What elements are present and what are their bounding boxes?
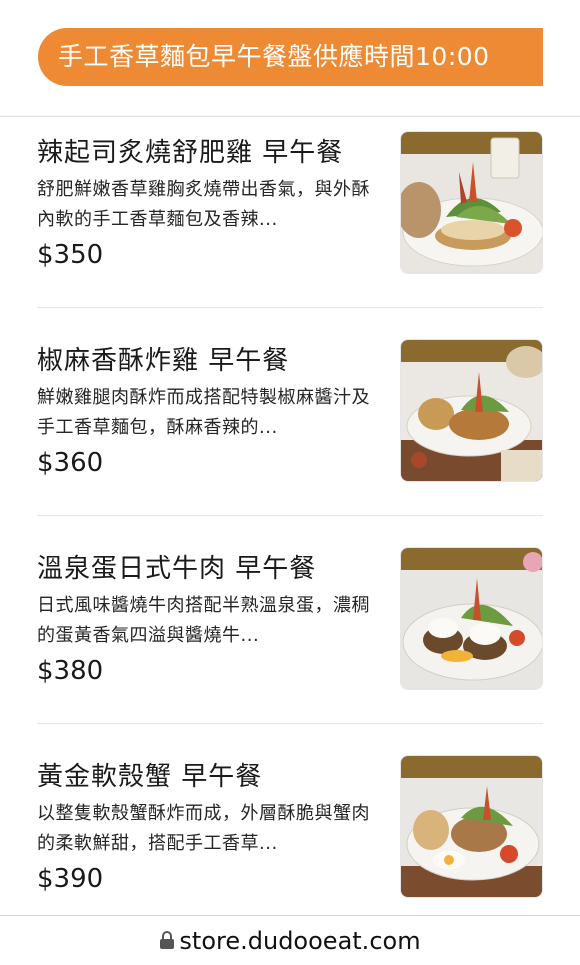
menu-item-photo[interactable] [400,339,543,482]
item-divider [37,307,543,308]
menu-item-description: 鮮嫩雞腿肉酥炸而成搭配特製椒麻醬汁及手工香草麵包，酥麻香辣的... [37,387,370,438]
banner-text: 手工香草麵包早午餐盤供應時間10:00 [58,42,490,71]
menu-item-description: 以整隻軟殼蟹酥炸而成，外層酥脆與蟹肉的柔軟鮮甜，搭配手工香草... [37,803,370,854]
menu-item-price: $350 [37,240,104,270]
menu-item-photo[interactable] [400,131,543,274]
browser-address-bar[interactable]: store.dudooeat.com [0,915,580,965]
menu-item-photo[interactable] [400,755,543,898]
menu-item[interactable]: 椒麻香酥炸雞 早午餐 鮮嫩雞腿肉酥炸而成搭配特製椒麻醬汁及手工香草麵包，酥麻香辣… [0,325,580,533]
menu-item-name: 辣起司炙燒舒肥雞 早午餐 [37,138,344,168]
menu-item-price: $380 [37,656,104,686]
menu-item-name: 黃金軟殼蟹 早午餐 [37,762,263,792]
menu-item[interactable]: 溫泉蛋日式牛肉 早午餐 日式風味醬燒牛肉搭配半熟溫泉蛋，濃稠的蛋黃香氣四溢與醬燒… [0,533,580,741]
banner-edge [543,20,580,100]
menu-item[interactable]: 辣起司炙燒舒肥雞 早午餐 舒肥鮮嫩香草雞胸炙燒帶出香氣，與外酥內軟的手工香草麵包… [0,117,580,325]
lock-icon [159,925,175,959]
item-divider [37,723,543,724]
menu-item-name: 溫泉蛋日式牛肉 早午餐 [37,554,317,584]
menu-item-price: $390 [37,864,104,894]
menu-item-name: 椒麻香酥炸雞 早午餐 [37,346,290,376]
menu-item-price: $360 [37,448,104,478]
menu-item-photo[interactable] [400,547,543,690]
service-hours-banner[interactable]: 手工香草麵包早午餐盤供應時間10:00 [38,28,558,86]
menu-item-description: 舒肥鮮嫩香草雞胸炙燒帶出香氣，與外酥內軟的手工香草麵包及香辣... [37,179,370,230]
url-text: store.dudooeat.com [179,927,421,955]
item-divider [37,515,543,516]
menu-item-description: 日式風味醬燒牛肉搭配半熟溫泉蛋，濃稠的蛋黃香氣四溢與醬燒牛... [37,595,370,646]
top-banner-area: 手工香草麵包早午餐盤供應時間10:00 [0,0,580,117]
